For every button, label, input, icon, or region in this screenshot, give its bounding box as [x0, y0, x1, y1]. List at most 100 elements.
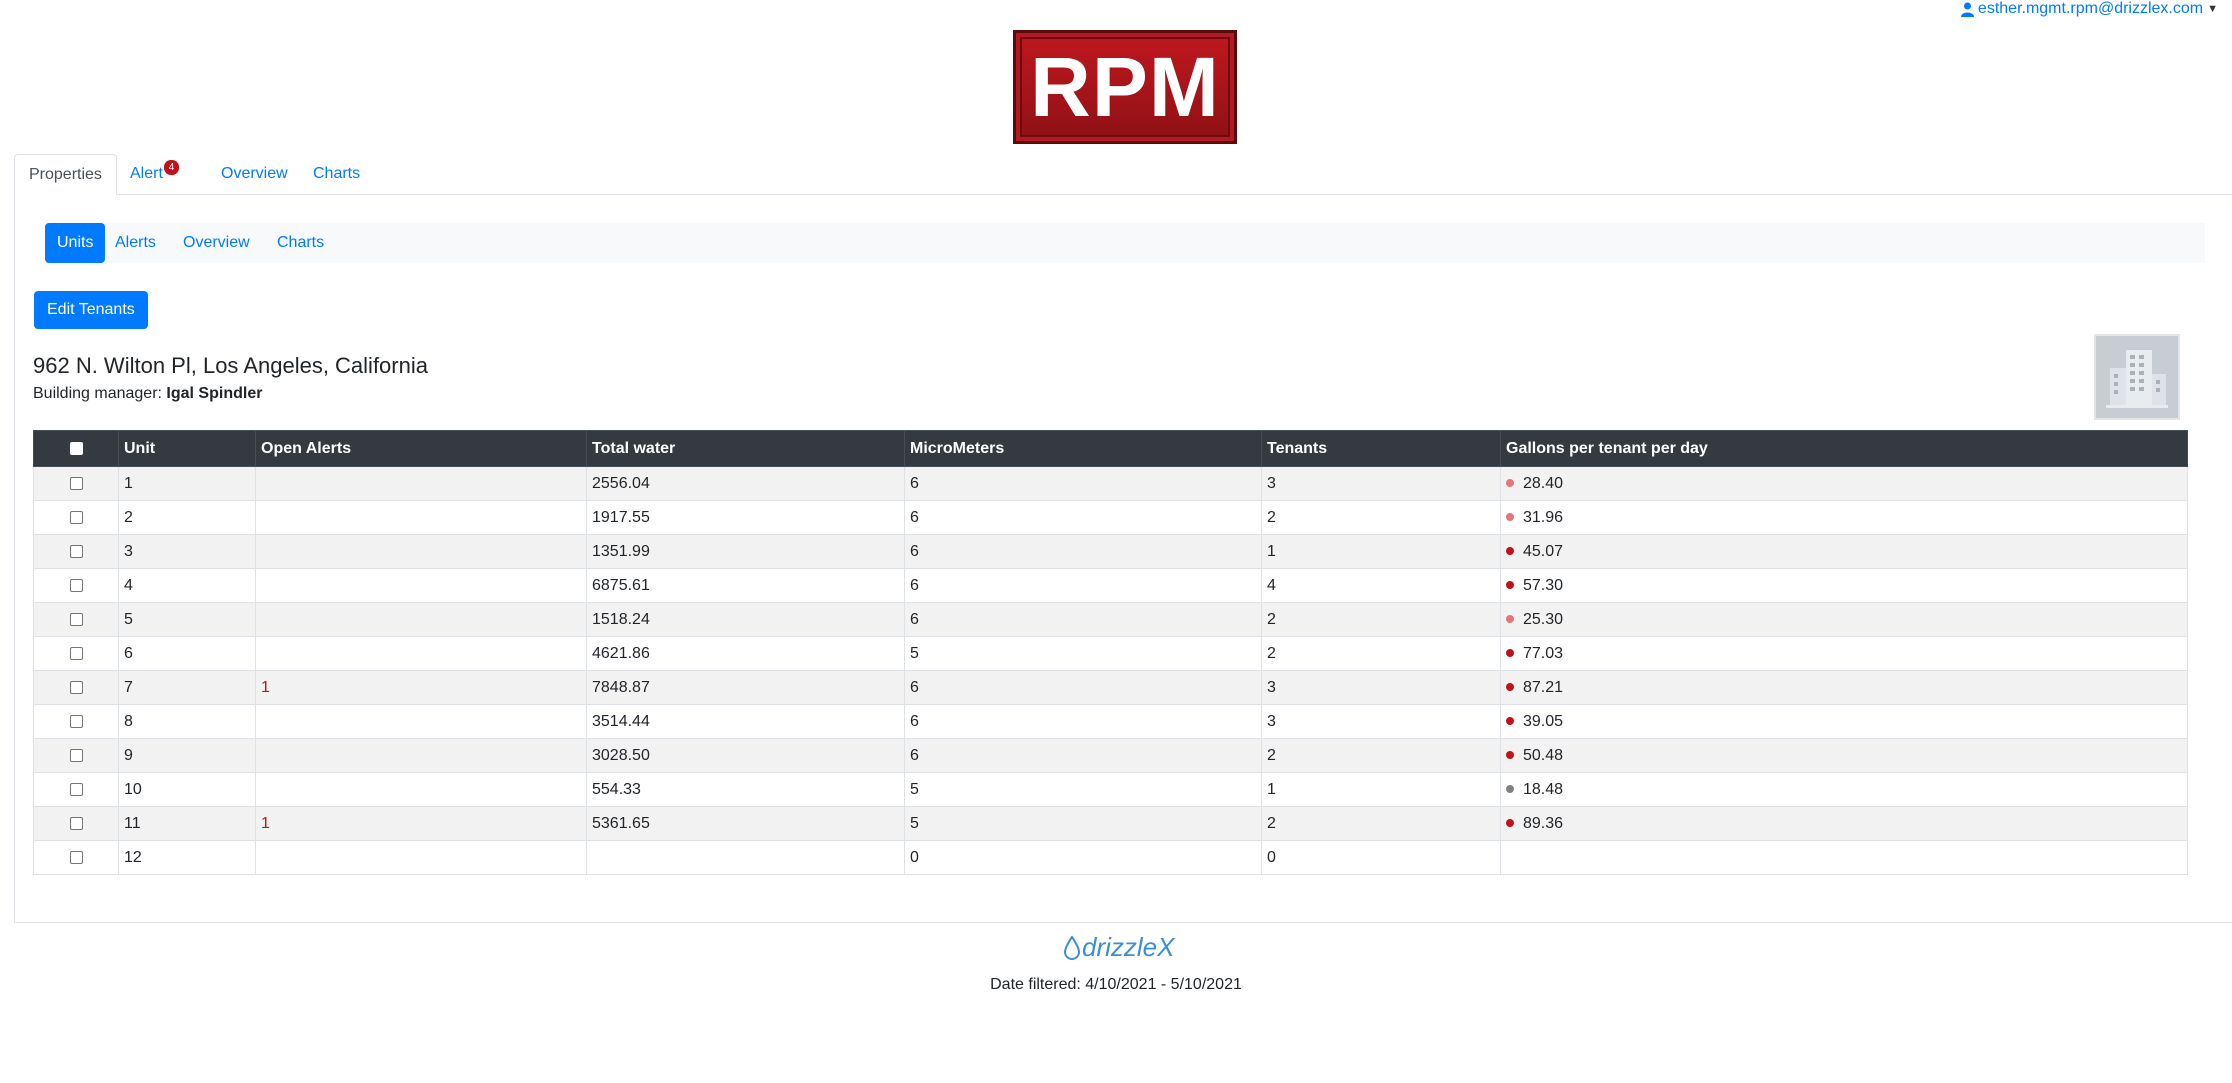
gallons-value: 18.48	[1523, 780, 1564, 798]
col-total-water[interactable]: Total water	[586, 430, 905, 467]
row-checkbox[interactable]	[69, 578, 83, 592]
table-row[interactable]: 4 6875.61 6 4 57.30	[33, 568, 2188, 603]
manager-label: Building manager:	[33, 385, 162, 402]
row-checkbox[interactable]	[69, 714, 83, 728]
open-alerts-cell	[255, 704, 587, 739]
total-water-cell: 3514.44	[586, 704, 905, 739]
row-checkbox[interactable]	[69, 510, 83, 524]
gallons-cell: 89.36	[1500, 806, 2188, 841]
unit-cell: 12	[118, 840, 256, 875]
row-checkbox-cell	[33, 500, 119, 535]
open-alerts-cell	[255, 738, 587, 773]
gallons-cell: 87.21	[1500, 670, 2188, 705]
col-tenants[interactable]: Tenants	[1261, 430, 1501, 467]
table-row[interactable]: 6 4621.86 5 2 77.03	[33, 636, 2188, 671]
gallons-value: 31.96	[1523, 508, 1564, 526]
tenants-cell: 3	[1261, 670, 1501, 705]
building-manager: Building manager: Igal Spindler	[33, 385, 262, 403]
total-water-cell: 6875.61	[586, 568, 905, 603]
micrometers-cell: 0	[904, 840, 1262, 875]
open-alerts-cell: 1	[255, 670, 587, 705]
col-unit[interactable]: Unit	[118, 430, 256, 467]
building-icon[interactable]	[2094, 334, 2180, 420]
tenants-cell: 4	[1261, 568, 1501, 603]
total-water-cell	[586, 840, 905, 875]
tab-properties[interactable]: Properties	[14, 154, 117, 195]
table-row[interactable]: 11 1 5361.65 5 2 89.36	[33, 806, 2188, 841]
open-alerts-cell	[255, 840, 587, 875]
user-icon	[1960, 2, 1974, 17]
micrometers-cell: 6	[904, 568, 1262, 603]
tenants-cell: 3	[1261, 704, 1501, 739]
tenants-cell: 2	[1261, 738, 1501, 773]
row-checkbox-cell	[33, 534, 119, 569]
tab-alert-label: Alert	[130, 165, 163, 182]
row-checkbox-cell	[33, 670, 119, 705]
tab-charts[interactable]: Charts	[299, 154, 374, 194]
subtab-units[interactable]: Units	[45, 223, 106, 263]
row-checkbox[interactable]	[69, 476, 83, 490]
unit-cell: 7	[118, 670, 256, 705]
unit-cell: 6	[118, 636, 256, 671]
subtab-charts[interactable]: Charts	[265, 223, 336, 263]
gallons-cell: 28.40	[1500, 466, 2188, 501]
table-row[interactable]: 5 1518.24 6 2 25.30	[33, 602, 2188, 637]
table-row[interactable]: 10 554.33 5 1 18.48	[33, 772, 2188, 807]
total-water-cell: 1917.55	[586, 500, 905, 535]
col-gallons-per-tenant[interactable]: Gallons per tenant per day	[1500, 430, 2188, 467]
open-alerts-cell	[255, 568, 587, 603]
tenants-cell: 2	[1261, 500, 1501, 535]
open-alerts-cell	[255, 636, 587, 671]
tab-overview[interactable]: Overview	[207, 154, 302, 194]
table-row[interactable]: 3 1351.99 6 1 45.07	[33, 534, 2188, 569]
total-water-cell: 4621.86	[586, 636, 905, 671]
table-header-row: Unit Open Alerts Total water MicroMeters…	[33, 430, 2188, 467]
open-alerts-cell	[255, 602, 587, 637]
table-row[interactable]: 12 0 0	[33, 840, 2188, 875]
row-checkbox-cell	[33, 772, 119, 807]
row-checkbox-cell	[33, 806, 119, 841]
gallons-value: 77.03	[1523, 644, 1564, 662]
caret-down-icon[interactable]: ▼	[2207, 3, 2218, 15]
table-row[interactable]: 8 3514.44 6 3 39.05	[33, 704, 2188, 739]
usage-status-dot	[1506, 819, 1514, 828]
user-email[interactable]: esther.mgmt.rpm@drizzlex.com	[1978, 0, 2203, 18]
usage-status-dot	[1506, 581, 1514, 590]
table-row[interactable]: 7 1 7848.87 6 3 87.21	[33, 670, 2188, 705]
row-checkbox[interactable]	[69, 646, 83, 660]
table-row[interactable]: 2 1917.55 6 2 31.96	[33, 500, 2188, 535]
table-row[interactable]: 1 2556.04 6 3 28.40	[33, 466, 2188, 501]
tenants-cell: 2	[1261, 636, 1501, 671]
date-filter: Date filtered: 4/10/2021 - 5/10/2021	[990, 976, 1242, 993]
row-checkbox[interactable]	[69, 748, 83, 762]
manager-name: Igal Spindler	[166, 385, 263, 402]
subtab-alerts[interactable]: Alerts	[103, 223, 168, 263]
edit-tenants-button[interactable]: Edit Tenants	[34, 291, 148, 329]
col-open-alerts[interactable]: Open Alerts	[255, 430, 587, 467]
table-row[interactable]: 9 3028.50 6 2 50.48	[33, 738, 2188, 773]
row-checkbox-cell	[33, 466, 119, 501]
user-menu[interactable]: esther.mgmt.rpm@drizzlex.com ▼	[1960, 0, 2218, 18]
unit-cell: 3	[118, 534, 256, 569]
gallons-value: 28.40	[1523, 474, 1564, 492]
gallons-value: 39.05	[1523, 712, 1564, 730]
tenants-cell: 1	[1261, 534, 1501, 569]
micrometers-cell: 5	[904, 636, 1262, 671]
subtab-overview[interactable]: Overview	[171, 223, 262, 263]
rpm-logo: RPM	[1013, 30, 1237, 144]
row-checkbox[interactable]	[69, 544, 83, 558]
select-all-checkbox[interactable]	[69, 441, 83, 455]
row-checkbox[interactable]	[69, 816, 83, 830]
usage-status-dot	[1506, 785, 1514, 794]
row-checkbox[interactable]	[69, 612, 83, 626]
open-alerts-cell	[255, 466, 587, 501]
row-checkbox[interactable]	[69, 680, 83, 694]
col-micrometers[interactable]: MicroMeters	[904, 430, 1262, 467]
gallons-cell: 50.48	[1500, 738, 2188, 773]
usage-status-dot	[1506, 649, 1514, 658]
tenants-cell: 2	[1261, 602, 1501, 637]
micrometers-cell: 6	[904, 704, 1262, 739]
row-checkbox[interactable]	[69, 850, 83, 864]
gallons-value: 87.21	[1523, 678, 1564, 696]
row-checkbox[interactable]	[69, 782, 83, 796]
